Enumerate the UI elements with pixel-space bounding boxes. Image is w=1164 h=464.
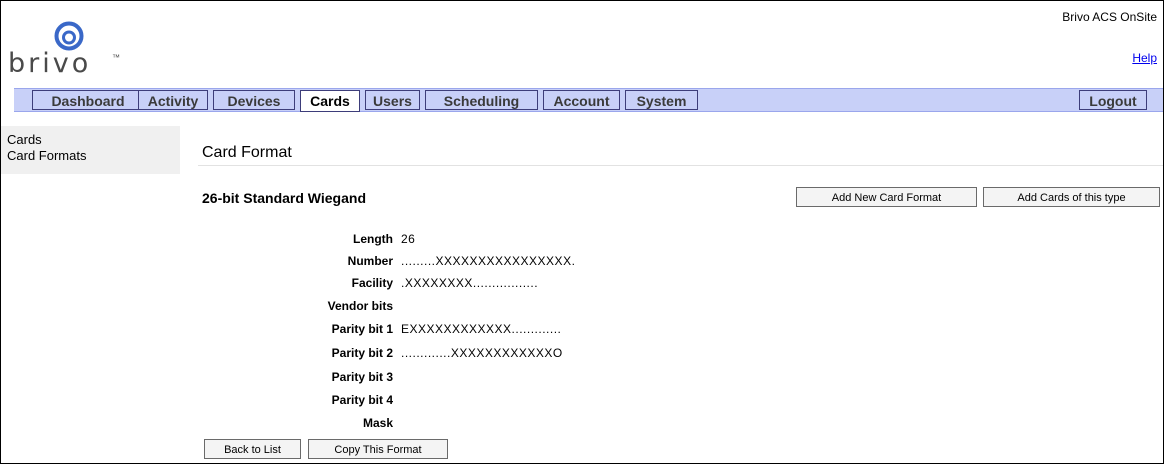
card-format-name: 26-bit Standard Wiegand [202, 190, 367, 206]
add-new-card-format-button[interactable]: Add New Card Format [796, 187, 977, 207]
facility-value: .XXXXXXXX................. [401, 276, 539, 290]
tab-dashboard[interactable]: Dashboard [32, 90, 144, 110]
number-label: Number [347, 254, 393, 268]
logo-trademark: ™ [112, 53, 120, 62]
brivo-logo[interactable]: brivo ™ [8, 15, 128, 79]
app-title: Brivo ACS OnSite [1062, 10, 1157, 24]
tab-scheduling[interactable]: Scheduling [425, 90, 538, 110]
tab-system[interactable]: System [625, 90, 698, 110]
tab-activity[interactable]: Activity [138, 90, 208, 110]
parity-bit-2-value: .............XXXXXXXXXXXXO [401, 346, 563, 360]
tab-devices[interactable]: Devices [213, 90, 295, 110]
vendor-bits-label: Vendor bits [327, 299, 393, 313]
tab-account[interactable]: Account [543, 90, 620, 110]
sidebar: Cards Card Formats [1, 126, 180, 174]
sidebar-item-cards[interactable]: Cards [7, 132, 42, 147]
length-value: 26 [401, 232, 416, 246]
parity-bit-1-value: EXXXXXXXXXXXX............. [401, 322, 562, 336]
brivo-logo-icon [54, 21, 84, 51]
copy-this-format-button[interactable]: Copy This Format [308, 439, 448, 459]
parity-bit-1-label: Parity bit 1 [331, 322, 393, 336]
length-label: Length [353, 232, 393, 246]
app-window: brivo ™ Brivo ACS OnSite Help Dashboard … [0, 0, 1164, 464]
sidebar-item-card-formats[interactable]: Card Formats [7, 148, 86, 163]
parity-bit-4-label: Parity bit 4 [331, 393, 393, 407]
tab-users[interactable]: Users [365, 90, 420, 110]
number-value: .........XXXXXXXXXXXXXXXX. [401, 254, 576, 268]
tab-cards[interactable]: Cards [300, 90, 360, 112]
add-cards-of-type-button[interactable]: Add Cards of this type [983, 187, 1160, 207]
logout-button[interactable]: Logout [1079, 90, 1147, 110]
logo-text: brivo [8, 48, 92, 79]
parity-bit-3-label: Parity bit 3 [331, 370, 393, 384]
back-to-list-button[interactable]: Back to List [204, 439, 301, 459]
title-divider [198, 165, 1163, 166]
parity-bit-2-label: Parity bit 2 [331, 346, 393, 360]
main-navbar: Dashboard Activity Devices Cards Users S… [14, 88, 1163, 112]
page-title: Card Format [202, 144, 292, 161]
facility-label: Facility [351, 276, 393, 290]
mask-label: Mask [362, 416, 393, 430]
help-link[interactable]: Help [1132, 51, 1157, 65]
